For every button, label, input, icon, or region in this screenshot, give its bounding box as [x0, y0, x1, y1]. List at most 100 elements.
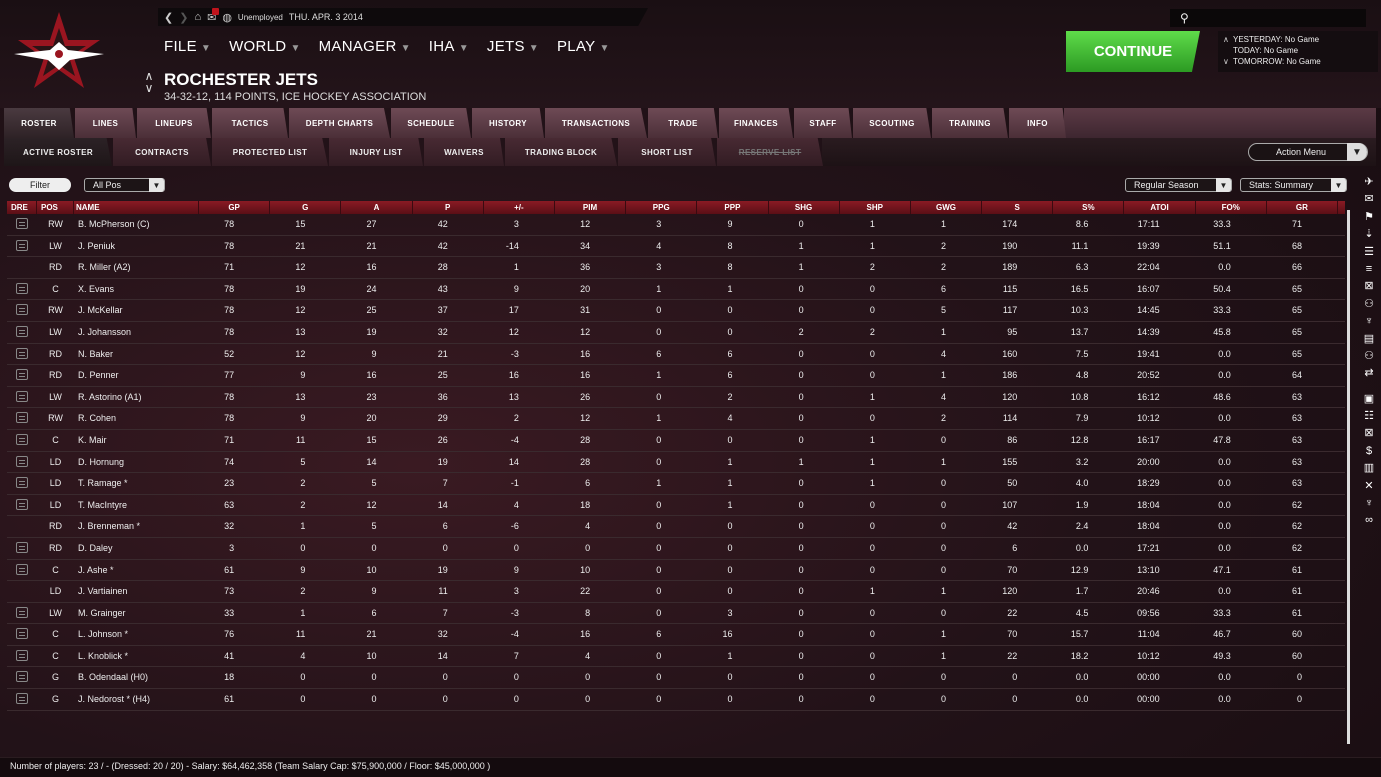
- column-header-[interactable]: +/-: [484, 201, 555, 214]
- tab-scouting[interactable]: SCOUTING: [853, 108, 931, 138]
- player-name[interactable]: R. Miller (A2): [74, 257, 199, 278]
- table-row[interactable]: LD D. Hornung 74 5 14 19 14 28 0 1 1 1 1 155 3.2 20:00 0…: [7, 452, 1345, 474]
- player-name[interactable]: J. Nedorost * (H4): [74, 689, 199, 710]
- player-name[interactable]: J. Peniuk: [74, 236, 199, 257]
- logo-icon[interactable]: ✈: [1357, 174, 1381, 191]
- chevron-down-icon[interactable]: ∨: [1223, 56, 1233, 67]
- finance-people-icon[interactable]: ⚇: [1357, 348, 1381, 365]
- dress-cell[interactable]: [7, 646, 37, 667]
- column-header-ppp[interactable]: PPP: [697, 201, 769, 214]
- dress-cell[interactable]: [7, 214, 37, 235]
- table-row[interactable]: RD D. Daley 3 0 0 0 0 0 0 0 0 0 0 6 0.0 17:21 0.0 62: [7, 538, 1345, 560]
- season-select[interactable]: Regular Season ▼: [1125, 178, 1232, 192]
- tab-info[interactable]: INFO: [1009, 108, 1066, 138]
- subtab-trading-block[interactable]: TRADING BLOCK: [505, 138, 617, 166]
- table-row[interactable]: RW J. McKellar 78 12 25 37 17 31 0 0 0 0 5 117 10.3 14:…: [7, 300, 1345, 322]
- sticks-icon[interactable]: ✕: [1357, 478, 1381, 495]
- dressed-jersey-icon[interactable]: [16, 606, 28, 618]
- tab-depth-charts[interactable]: DEPTH CHARTS: [289, 108, 390, 138]
- action-menu-dropdown[interactable]: Action Menu ▼: [1248, 143, 1368, 161]
- chevron-down-icon[interactable]: ▼: [1216, 178, 1231, 192]
- chevron-down-icon[interactable]: ▼: [1331, 178, 1346, 192]
- dress-cell[interactable]: [7, 667, 37, 688]
- menu-world[interactable]: WORLD ▼: [229, 38, 301, 55]
- column-header-shp[interactable]: SHP: [840, 201, 911, 214]
- dress-cell[interactable]: [7, 603, 37, 624]
- subtab-active-roster[interactable]: ACTIVE ROSTER: [4, 138, 112, 166]
- tab-lineups[interactable]: LINEUPS: [137, 108, 211, 138]
- player-name[interactable]: J. McKellar: [74, 300, 199, 321]
- chart-icon[interactable]: ▥: [1357, 460, 1381, 477]
- tactics-icon[interactable]: ⇣: [1357, 226, 1381, 243]
- position-select[interactable]: All Pos ▼: [84, 178, 165, 192]
- column-header-atoi[interactable]: ATOI: [1124, 201, 1196, 214]
- table-row[interactable]: C K. Mair 71 11 15 26 -4 28 0 0 0 1 0 86 12.8 16:17 47.8…: [7, 430, 1345, 452]
- staff-icon[interactable]: ⚇: [1357, 296, 1381, 313]
- table-row[interactable]: RD J. Brenneman * 32 1 5 6 -6 4 0 0 0 0 0 42 2.4 18:04 0…: [7, 516, 1345, 538]
- binoculars-icon[interactable]: ∞: [1357, 512, 1381, 529]
- dressed-jersey-icon[interactable]: [16, 563, 28, 575]
- table-row[interactable]: G B. Odendaal (H0) 18 0 0 0 0 0 0 0 0 0 0 0 0.0 00:00 0.…: [7, 667, 1345, 690]
- dress-cell[interactable]: [7, 300, 37, 321]
- report-icon[interactable]: ▤: [1357, 331, 1381, 348]
- dressed-jersey-icon[interactable]: [16, 218, 28, 229]
- menu-play[interactable]: PLAY ▼: [557, 38, 610, 55]
- tab-training[interactable]: TRAINING: [932, 108, 1008, 138]
- player-name[interactable]: D. Penner: [74, 365, 199, 386]
- dress-cell[interactable]: [7, 430, 37, 451]
- dress-cell[interactable]: [7, 257, 37, 278]
- dressed-jersey-icon[interactable]: [16, 628, 28, 640]
- column-header-shg[interactable]: SHG: [769, 201, 840, 214]
- player-name[interactable]: J. Johansson: [74, 322, 199, 343]
- dress-cell[interactable]: [7, 236, 37, 257]
- menu-iha[interactable]: IHA ▼: [429, 38, 469, 55]
- dressed-jersey-icon[interactable]: [16, 347, 28, 359]
- dressed-jersey-icon[interactable]: [16, 455, 28, 467]
- player-name[interactable]: J. Ashe *: [74, 560, 199, 581]
- tab-lines[interactable]: LINES: [75, 108, 136, 138]
- table-row[interactable]: LW M. Grainger 33 1 6 7 -3 8 0 3 0 0 0 22 4.5 09:56 33.3…: [7, 603, 1345, 625]
- chevron-down-icon[interactable]: ▼: [1347, 143, 1367, 161]
- table-row[interactable]: C J. Ashe * 61 9 10 19 9 10 0 0 0 0 0 70 12.9 13:10 47.1…: [7, 560, 1345, 582]
- subtab-contracts[interactable]: CONTRACTS: [113, 138, 211, 166]
- chevron-down-icon[interactable]: ∨: [142, 82, 156, 94]
- dressed-jersey-icon[interactable]: [16, 433, 28, 445]
- search-input[interactable]: ⚲: [1170, 9, 1366, 27]
- player-name[interactable]: B. Odendaal (H0): [74, 667, 199, 688]
- dressed-jersey-icon[interactable]: [16, 541, 28, 553]
- dress-cell[interactable]: [7, 560, 37, 581]
- menu-jets[interactable]: JETS ▼: [487, 38, 539, 55]
- dress-cell[interactable]: [7, 387, 37, 408]
- table-row[interactable]: LD T. MacIntyre 63 2 12 14 4 18 0 1 0 0 0 107 1.9 18:04…: [7, 495, 1345, 517]
- column-header-s[interactable]: S%: [1053, 201, 1125, 214]
- stats-select[interactable]: Stats: Summary ▼: [1240, 178, 1347, 192]
- column-header-dre[interactable]: DRE: [7, 201, 37, 214]
- dressed-jersey-icon[interactable]: [16, 390, 28, 402]
- player-name[interactable]: T. Ramage *: [74, 473, 199, 494]
- home-icon[interactable]: ⌂: [194, 11, 201, 23]
- tab-staff[interactable]: STAFF: [794, 108, 852, 138]
- column-header-pos[interactable]: POS: [37, 201, 74, 214]
- player-name[interactable]: X. Evans: [74, 279, 199, 300]
- subtab-protected-list[interactable]: PROTECTED LIST: [212, 138, 328, 166]
- trade-icon[interactable]: ⇄: [1357, 365, 1381, 382]
- mail-icon[interactable]: ✉: [1357, 191, 1381, 208]
- player-name[interactable]: J. Brenneman *: [74, 516, 199, 537]
- globe-icon[interactable]: ◍: [222, 11, 232, 24]
- dressed-jersey-icon[interactable]: [16, 693, 28, 705]
- table-row[interactable]: LD T. Ramage * 23 2 5 7 -1 6 1 1 0 1 0 50 4.0 18:29 0.0 6…: [7, 473, 1345, 495]
- player-name[interactable]: R. Cohen: [74, 408, 199, 429]
- menu-file[interactable]: FILE ▼: [164, 38, 211, 55]
- list-icon[interactable]: ☷: [1357, 408, 1381, 425]
- tab-schedule[interactable]: SCHEDULE: [391, 108, 471, 138]
- table-row[interactable]: C L. Knoblick * 41 4 10 14 7 4 0 1 0 0 1 22 18.2 10:12 4…: [7, 646, 1345, 668]
- column-header-pim[interactable]: PIM: [555, 201, 627, 214]
- player-name[interactable]: T. MacIntyre: [74, 495, 199, 516]
- player-name[interactable]: D. Hornung: [74, 452, 199, 473]
- dressed-jersey-icon[interactable]: [16, 477, 28, 489]
- dressed-jersey-icon[interactable]: [16, 671, 28, 683]
- column-header-fo[interactable]: FO%: [1196, 201, 1267, 214]
- team-logo-icon[interactable]: [10, 10, 108, 92]
- dressed-jersey-icon[interactable]: [16, 412, 28, 424]
- dress-cell[interactable]: [7, 452, 37, 473]
